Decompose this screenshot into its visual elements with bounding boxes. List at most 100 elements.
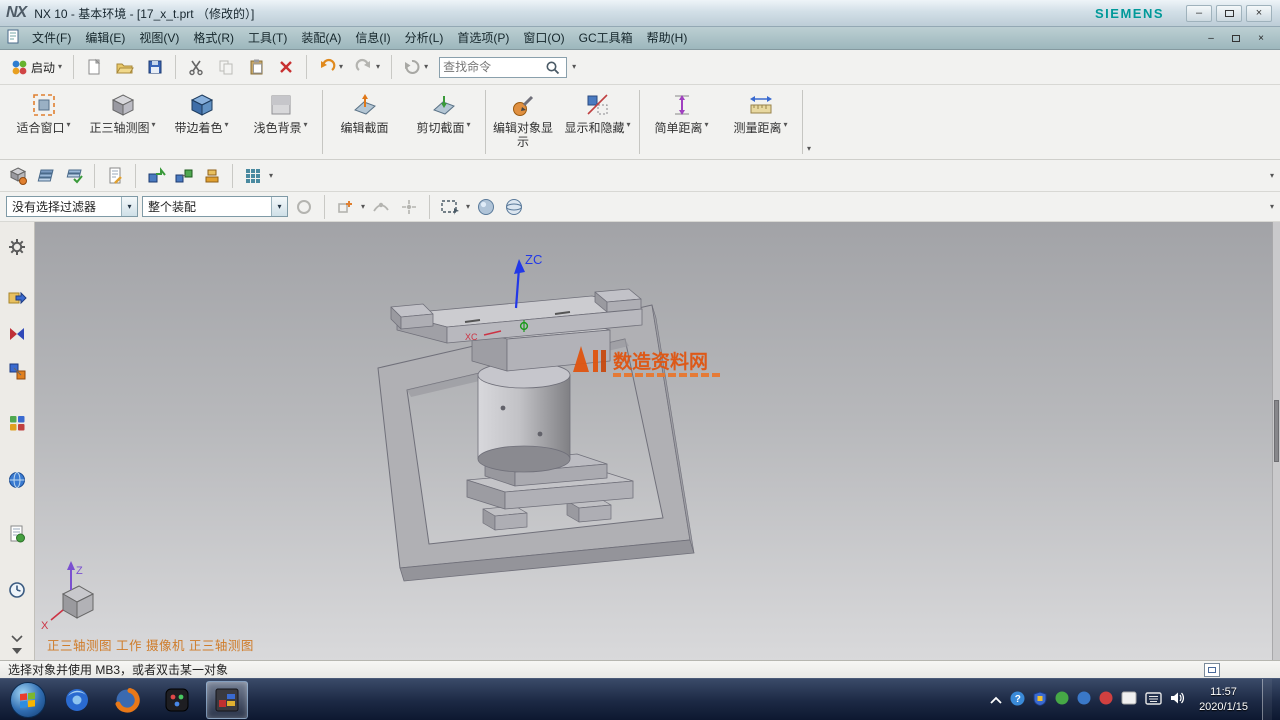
menu-analysis[interactable]: 分析(L)	[398, 27, 451, 49]
tray-green-icon[interactable]	[1055, 691, 1069, 708]
grid-display-button[interactable]	[241, 164, 265, 188]
tray-blue-icon[interactable]	[1077, 691, 1091, 708]
tray-shield-icon[interactable]	[1033, 691, 1047, 709]
maximize-button[interactable]	[1216, 5, 1242, 22]
chevron-down-icon[interactable]: ▾	[269, 172, 273, 180]
menu-gc-toolbox[interactable]: GC工具箱	[572, 27, 640, 49]
start-menu-button[interactable]: 启动 ▾	[5, 54, 67, 81]
simple-distance-button[interactable]: 简单距离▾	[642, 87, 721, 157]
open-file-button[interactable]	[110, 54, 139, 81]
menu-view[interactable]: 视图(V)	[132, 27, 186, 49]
history-icon[interactable]	[6, 579, 28, 601]
tray-help-icon[interactable]: ?	[1010, 691, 1025, 709]
tray-speaker-icon[interactable]	[1170, 691, 1185, 708]
tray-input-method-icon[interactable]	[1121, 691, 1137, 708]
point-on-curve-button[interactable]	[369, 195, 393, 219]
wireframe-sphere-button[interactable]	[502, 195, 526, 219]
document-navigator-icon[interactable]	[6, 523, 28, 545]
mdi-minimize-button[interactable]: –	[1200, 30, 1222, 46]
select-all-button[interactable]	[292, 195, 316, 219]
mdi-close-button[interactable]: ×	[1250, 30, 1272, 46]
chevron-down-icon[interactable]: ▾	[467, 121, 471, 129]
export-icon[interactable]	[6, 286, 28, 308]
chevron-down-icon[interactable]: ▾	[67, 121, 71, 129]
chevron-down-icon[interactable]: ▾	[361, 203, 365, 211]
snap-point-button[interactable]	[333, 195, 357, 219]
copy-button[interactable]	[212, 54, 240, 81]
chevron-down-icon[interactable]: ▾	[466, 203, 470, 211]
selection-filter-dropdown[interactable]: 没有选择过滤器 ▾	[6, 196, 138, 217]
status-window-button[interactable]	[1204, 663, 1220, 677]
show-hidden-icons-chevron[interactable]	[990, 693, 1002, 707]
layer-settings-button[interactable]	[62, 164, 86, 188]
menu-tools[interactable]: 工具(T)	[241, 27, 294, 49]
minimize-button[interactable]: –	[1186, 5, 1212, 22]
show-and-hide-button[interactable]: 显示和隐藏▾	[558, 87, 637, 157]
graphics-viewport[interactable]: ZC XC 数造资料网	[35, 222, 1280, 660]
toolbar-overflow-chevron[interactable]: ▾	[807, 145, 811, 153]
assembly-scope-dropdown[interactable]: 整个装配 ▾	[142, 196, 288, 217]
mdi-restore-button[interactable]	[1225, 30, 1247, 46]
settings-gear-icon[interactable]	[6, 236, 28, 258]
chevron-down-icon[interactable]: ▾	[627, 121, 631, 129]
assembly-constraints-button[interactable]	[172, 164, 196, 188]
web-browser-icon[interactable]	[6, 469, 28, 491]
search-input[interactable]	[443, 60, 545, 74]
rectangle-select-button[interactable]	[438, 195, 462, 219]
point-dialog-button[interactable]	[397, 195, 421, 219]
component-layers-button[interactable]	[34, 164, 58, 188]
menu-information[interactable]: 信息(I)	[348, 27, 397, 49]
menu-edit[interactable]: 编辑(E)	[78, 27, 132, 49]
reuse-library-icon[interactable]	[6, 412, 28, 434]
new-file-button[interactable]	[80, 54, 108, 81]
taskbar-app-button[interactable]	[156, 681, 198, 719]
tray-keyboard-icon[interactable]	[1145, 692, 1162, 708]
chevron-down-icon[interactable]: ▾	[705, 121, 709, 129]
report-button[interactable]	[103, 164, 127, 188]
measure-distance-button[interactable]: 测量距离▾	[721, 87, 800, 157]
move-component-button[interactable]	[144, 164, 168, 188]
fit-window-button[interactable]: 适合窗口▾	[4, 87, 83, 157]
chevron-down-icon[interactable]: ▾	[152, 121, 156, 129]
menu-help[interactable]: 帮助(H)	[640, 27, 695, 49]
viewport-scrollbar[interactable]	[1272, 222, 1280, 660]
toolbar-overflow-chevron[interactable]: ▾	[1270, 203, 1274, 211]
shaded-sphere-button[interactable]	[474, 195, 498, 219]
resource-bar-options-chevron[interactable]	[12, 646, 22, 656]
chevron-down-icon[interactable]: ▾	[304, 121, 308, 129]
menu-window[interactable]: 窗口(O)	[516, 27, 571, 49]
search-icon[interactable]	[545, 60, 560, 75]
taskbar-browser-button[interactable]	[56, 681, 98, 719]
paste-button[interactable]	[242, 54, 270, 81]
show-desktop-button[interactable]	[1262, 679, 1272, 720]
cut-button[interactable]	[182, 54, 210, 81]
constraint-navigator-icon[interactable]	[6, 323, 28, 345]
start-button[interactable]	[10, 682, 46, 718]
clip-section-button[interactable]: 剪切截面▾	[404, 87, 483, 157]
part-navigator-icon[interactable]	[6, 360, 28, 382]
taskbar-clock[interactable]: 11:57 2020/1/15	[1199, 685, 1248, 714]
save-button[interactable]	[141, 54, 169, 81]
chevron-down-icon[interactable]: ▾	[784, 121, 788, 129]
edit-object-display-button[interactable]: 编辑对象显示	[488, 87, 558, 157]
repeat-command-button[interactable]: ▾	[398, 54, 433, 81]
menu-preferences[interactable]: 首选项(P)	[450, 27, 516, 49]
edit-section-button[interactable]: 编辑截面	[325, 87, 404, 157]
chevron-down-icon[interactable]: ▾	[225, 121, 229, 129]
close-button[interactable]: ×	[1246, 5, 1272, 22]
menu-format[interactable]: 格式(R)	[186, 27, 241, 49]
taskbar-firefox-button[interactable]	[106, 681, 148, 719]
menu-assemblies[interactable]: 装配(A)	[294, 27, 348, 49]
toolbar-overflow-chevron[interactable]: ▾	[1270, 172, 1274, 180]
find-component-button[interactable]	[6, 164, 30, 188]
shaded-with-edges-button[interactable]: 带边着色▾	[162, 87, 241, 157]
viewport-canvas[interactable]: ZC XC 数造资料网	[35, 222, 1272, 660]
search-options-chevron[interactable]: ▾	[572, 63, 576, 71]
delete-button[interactable]	[272, 54, 300, 81]
redo-button[interactable]: ▾	[350, 54, 385, 81]
tray-red-icon[interactable]	[1099, 691, 1113, 708]
scrollbar-thumb[interactable]	[1274, 400, 1279, 462]
menu-file[interactable]: 文件(F)	[25, 27, 78, 49]
resource-bar-scroll-chevron[interactable]	[11, 634, 23, 644]
exploded-view-button[interactable]	[200, 164, 224, 188]
